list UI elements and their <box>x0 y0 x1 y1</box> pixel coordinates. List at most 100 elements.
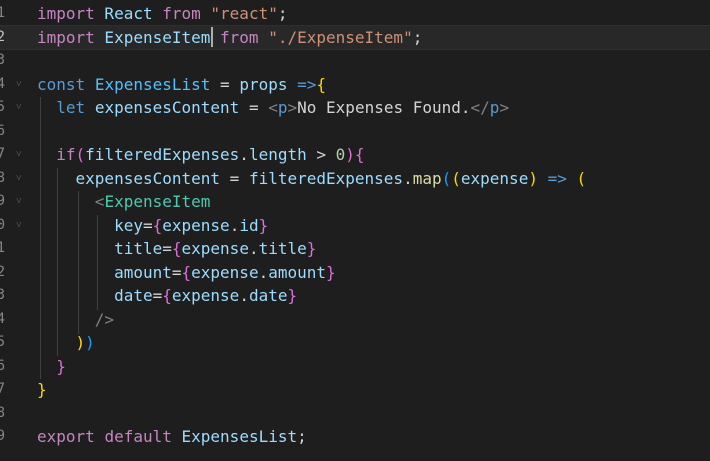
code-token: "react" <box>210 4 278 23</box>
code-token: { <box>316 74 327 94</box>
line-number-text: 15 <box>0 334 5 350</box>
code-token: ; <box>412 27 423 47</box>
line-number-text: 11 <box>0 240 5 256</box>
fold-chevron-icon[interactable]: ˅ <box>16 190 26 214</box>
line-number-text: 6 <box>0 122 5 139</box>
code-text[interactable]: <ExpenseItem <box>37 190 211 214</box>
code-token: p <box>277 98 288 117</box>
code-token: from <box>162 4 201 23</box>
code-line[interactable]: 2 import ExpenseItem from "./ExpenseItem"… <box>0 24 710 50</box>
code-token: = <box>142 215 153 235</box>
code-token: ) <box>345 145 355 164</box>
code-text[interactable]: if(filteredExpenses.length > 0){ <box>37 143 365 167</box>
code-text[interactable]: import ExpenseItem from "./ExpenseItem"; <box>37 26 422 50</box>
fold-chevron-icon[interactable]: ˅ <box>16 214 26 238</box>
code-token: } <box>37 380 47 399</box>
code-token: expensesContent <box>94 98 240 117</box>
code-token: { <box>354 145 365 164</box>
code-line[interactable]: 15 )) <box>0 331 710 355</box>
code-token: = <box>152 286 163 305</box>
code-token: date <box>248 286 288 305</box>
code-token: length <box>248 145 307 164</box>
code-text[interactable]: key={expense.id} <box>37 214 268 238</box>
code-line[interactable]: 11 title={expense.title} <box>0 237 710 261</box>
fold-chevron-icon[interactable]: ˅ <box>16 96 26 120</box>
code-token: => <box>547 168 567 188</box>
code-text[interactable]: } <box>37 355 66 379</box>
line-number: 15 <box>0 331 22 355</box>
code-token: { <box>162 286 172 305</box>
code-text[interactable]: amount={expense.amount} <box>37 261 336 285</box>
line-number-text: 10 <box>0 216 5 233</box>
code-token: ( <box>75 145 86 164</box>
code-token: 0 <box>335 145 346 164</box>
code-line[interactable]: 8 ˅ expensesContent = filteredExpenses.ma… <box>0 167 710 191</box>
fold-chevron-icon[interactable]: ˅ <box>16 143 26 167</box>
line-number-text: 1 <box>0 5 5 21</box>
code-token: amount <box>114 262 172 282</box>
code-token: => <box>297 74 317 94</box>
line-number-text: 19 <box>0 428 5 444</box>
code-line[interactable]: 6 <box>0 120 710 144</box>
code-token: default <box>104 427 172 446</box>
code-token: map <box>412 168 442 188</box>
code-line[interactable]: 16 } <box>0 355 710 379</box>
code-token: </ <box>470 98 490 117</box>
code-token: ExpensesList <box>181 427 298 446</box>
code-line[interactable]: 4 ˅ const ExpensesList = props =>{ <box>0 73 710 97</box>
line-number-text: 2 <box>0 28 5 45</box>
code-token: p <box>489 98 500 117</box>
code-token: . <box>248 239 259 258</box>
line-number: 1 <box>0 2 22 26</box>
code-line[interactable]: 17} <box>0 378 710 402</box>
code-token: amount <box>268 262 327 282</box>
code-line[interactable]: 9 ˅ <ExpenseItem <box>0 190 710 214</box>
line-number-text: 4 <box>0 75 5 92</box>
code-text[interactable]: date={expense.date} <box>37 284 297 308</box>
fold-chevron-icon[interactable]: ˅ <box>16 167 26 191</box>
line-number: 6 <box>0 120 22 144</box>
code-text[interactable]: title={expense.title} <box>37 237 316 261</box>
code-line[interactable]: 3 <box>0 49 710 73</box>
code-line[interactable]: 10 ˅ key={expense.id} <box>0 214 710 238</box>
code-text[interactable]: )) <box>37 331 95 355</box>
code-line[interactable]: 18 <box>0 402 710 426</box>
code-line[interactable]: 13 date={expense.date} <box>0 284 710 308</box>
code-line[interactable]: 7 ˅ if(filteredExpenses.length > 0){ <box>0 143 710 167</box>
code-text[interactable]: /> <box>37 308 114 332</box>
code-token: ( <box>451 168 461 188</box>
code-token: "./ExpenseItem" <box>268 27 413 47</box>
code-line[interactable]: 5 ˅ let expensesContent = <p>No Expenses … <box>0 96 710 120</box>
text-cursor <box>211 27 213 47</box>
code-token: ; <box>297 427 307 446</box>
code-line[interactable]: 19 export default ExpensesList; <box>0 425 710 449</box>
fold-chevron-icon[interactable]: ˅ <box>16 73 26 97</box>
code-text[interactable]: import React from "react"; <box>37 2 287 26</box>
code-line[interactable]: 14 /> <box>0 308 710 332</box>
code-text[interactable]: let expensesContent = <p>No Expenses Fou… <box>37 96 509 120</box>
line-number: 2 <box>0 26 22 50</box>
code-token: . <box>239 286 249 305</box>
code-token: import <box>37 27 95 47</box>
code-line[interactable]: 1 import React from "react"; <box>0 2 710 26</box>
code-line[interactable]: 12 amount={expense.amount} <box>0 261 710 285</box>
line-number-text: 18 <box>0 404 5 421</box>
code-text[interactable]: export default ExpensesList; <box>37 425 307 449</box>
code-text[interactable]: } <box>37 378 47 402</box>
code-token: ; <box>277 4 288 23</box>
code-text[interactable]: expensesContent = filteredExpenses.map((… <box>37 167 587 191</box>
code-editor[interactable]: 1 import React from "react"; 2 import Expen… <box>0 0 710 461</box>
code-text[interactable]: const ExpensesList = props =>{ <box>37 73 326 97</box>
